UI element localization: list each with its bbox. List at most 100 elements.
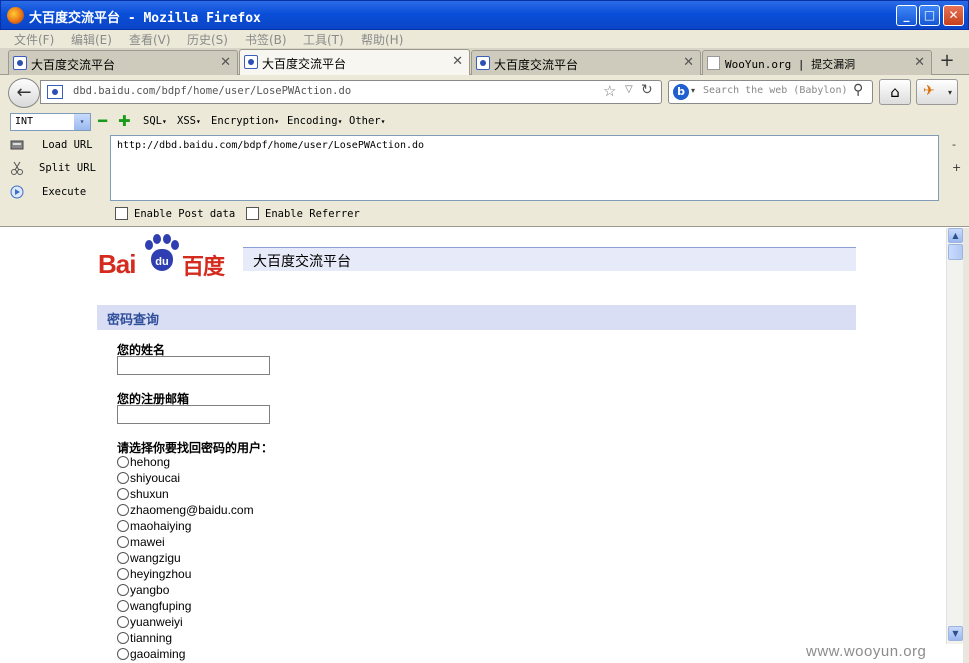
- menu-history[interactable]: 历史(S): [187, 31, 228, 48]
- scroll-thumb[interactable]: [948, 244, 963, 260]
- tab-strip: 大百度交流平台 ✕ 大百度交流平台 ✕ 大百度交流平台 ✕ WooYun.org…: [0, 48, 969, 76]
- paw-toe: [153, 234, 161, 244]
- radio-button[interactable]: [117, 584, 129, 596]
- radio-button[interactable]: [117, 456, 129, 468]
- radio-button[interactable]: [117, 632, 129, 644]
- tab-label: 大百度交流平台: [31, 58, 116, 72]
- checkbox-box[interactable]: [246, 207, 259, 220]
- radio-button[interactable]: [117, 648, 129, 660]
- execute-label: Execute: [42, 186, 87, 198]
- menu-xss[interactable]: XSS: [177, 115, 201, 127]
- email-input[interactable]: [117, 405, 270, 424]
- tab-close-icon[interactable]: ✕: [914, 55, 925, 70]
- split-url-label: Split URL: [39, 162, 96, 174]
- menu-sql[interactable]: SQL: [143, 115, 167, 127]
- url-bar[interactable]: dbd.baidu.com/bdpf/home/user/LosePWActio…: [40, 80, 662, 104]
- play-icon: [10, 185, 24, 199]
- extension-button[interactable]: ✈ ▾: [916, 79, 958, 105]
- checkbox-box[interactable]: [115, 207, 128, 220]
- baidu-paw-logo-icon: du: [142, 234, 180, 274]
- extension-icon: ✈: [923, 83, 935, 99]
- minimize-button[interactable]: _: [896, 5, 917, 26]
- baidu-logo[interactable]: Bai du 百度: [98, 232, 238, 280]
- home-button[interactable]: ⌂: [879, 79, 911, 105]
- bookmark-star-icon[interactable]: ☆: [603, 82, 616, 100]
- tab-close-icon[interactable]: ✕: [220, 55, 231, 70]
- tab-1[interactable]: 大百度交流平台 ✕: [8, 50, 238, 75]
- search-engine-icon[interactable]: b: [673, 84, 689, 100]
- enable-post-data-label: Enable Post data: [134, 208, 236, 220]
- expand-textarea-button[interactable]: +: [952, 161, 961, 174]
- maximize-button[interactable]: □: [919, 5, 940, 26]
- vertical-scrollbar[interactable]: ▲ ▼: [946, 228, 963, 644]
- tab-label: 大百度交流平台: [494, 58, 579, 72]
- reload-icon[interactable]: ↻: [641, 82, 653, 98]
- menu-tools[interactable]: 工具(T): [303, 31, 344, 48]
- decrease-icon[interactable]: ━: [98, 112, 107, 130]
- navigation-bar: ← dbd.baidu.com/bdpf/home/user/LosePWAct…: [0, 75, 969, 111]
- increase-icon[interactable]: ✚: [118, 112, 131, 130]
- radio-button[interactable]: [117, 520, 129, 532]
- menu-file[interactable]: 文件(F): [14, 31, 54, 48]
- user-name: zhaomeng@baidu.com: [130, 503, 254, 517]
- user-name: yangbo: [130, 583, 170, 597]
- tab-close-icon[interactable]: ✕: [452, 54, 463, 69]
- tab-3[interactable]: 大百度交流平台 ✕: [471, 50, 701, 75]
- search-bar[interactable]: b ▾ Search the web (Babylon) ⚲: [668, 80, 873, 104]
- radio-button[interactable]: [117, 472, 129, 484]
- back-button[interactable]: ←: [8, 78, 40, 108]
- menu-bookmarks[interactable]: 书签(B): [245, 31, 287, 48]
- radio-button[interactable]: [117, 552, 129, 564]
- radio-button[interactable]: [117, 504, 129, 516]
- menu-encryption[interactable]: Encryption: [211, 115, 279, 127]
- user-name: hehong: [130, 455, 171, 469]
- tab-close-icon[interactable]: ✕: [683, 55, 694, 70]
- close-window-button[interactable]: ✕: [943, 5, 964, 26]
- url-text[interactable]: dbd.baidu.com/bdpf/home/user/LosePWActio…: [73, 85, 351, 97]
- tab-2-active[interactable]: 大百度交流平台 ✕: [239, 49, 470, 76]
- hackbar-url-textarea[interactable]: http://dbd.baidu.com/bdpf/home/user/Lose…: [110, 135, 939, 201]
- logo-text-bai: Bai: [98, 249, 136, 279]
- radio-button[interactable]: [117, 616, 129, 628]
- shrink-textarea-button[interactable]: -: [952, 138, 956, 151]
- user-name: shuxun: [130, 487, 169, 501]
- url-history-dropdown-icon[interactable]: ▽: [625, 84, 633, 95]
- search-engine-caret-icon[interactable]: ▾: [691, 86, 695, 95]
- site-identity-icon[interactable]: [47, 85, 63, 99]
- site-title: 大百度交流平台: [243, 247, 856, 271]
- tab-label: WooYun.org | 提交漏洞: [725, 58, 856, 71]
- user-name: heyingzhou: [130, 567, 192, 581]
- menu-other[interactable]: Other: [349, 115, 385, 127]
- menu-help[interactable]: 帮助(H): [361, 31, 403, 48]
- scroll-up-icon[interactable]: ▲: [948, 228, 963, 243]
- hackbar-toolbar: INT ▾ ━ ✚ SQL XSS Encryption Encoding Ot…: [0, 111, 969, 227]
- radio-button[interactable]: [117, 568, 129, 580]
- window-right-edge: [963, 228, 969, 663]
- user-name: wangzigu: [130, 551, 181, 565]
- load-url-label: Load URL: [42, 139, 93, 151]
- chevron-down-icon[interactable]: ▾: [948, 88, 952, 97]
- user-name: gaoaiming: [130, 647, 186, 661]
- menu-edit[interactable]: 编辑(E): [71, 31, 112, 48]
- scroll-down-icon[interactable]: ▼: [948, 626, 963, 641]
- hackbar-type-select[interactable]: INT ▾: [10, 113, 91, 131]
- user-name: wangfuping: [130, 599, 192, 613]
- menu-bar: 文件(F) 编辑(E) 查看(V) 历史(S) 书签(B) 工具(T) 帮助(H…: [0, 30, 969, 48]
- page-content: Bai du 百度 大百度交流平台 密码查询 您的姓名 您的注册邮箱 请选择你要…: [0, 228, 946, 663]
- load-url-icon: [10, 140, 24, 150]
- new-tab-button[interactable]: +: [933, 50, 961, 74]
- user-name: yuanweiyi: [130, 615, 183, 629]
- radio-button[interactable]: [117, 600, 129, 612]
- menu-encoding[interactable]: Encoding: [287, 115, 342, 127]
- chevron-down-icon[interactable]: ▾: [74, 114, 90, 130]
- radio-button[interactable]: [117, 536, 129, 548]
- radio-button[interactable]: [117, 488, 129, 500]
- menu-view[interactable]: 查看(V): [129, 31, 171, 48]
- search-icon[interactable]: ⚲: [853, 82, 863, 98]
- tab-4[interactable]: WooYun.org | 提交漏洞 ✕: [702, 50, 932, 75]
- paw-toe: [171, 240, 179, 250]
- logo-text-cn: 百度: [182, 255, 225, 280]
- name-input[interactable]: [117, 356, 270, 375]
- baidu-paw-icon: [13, 56, 27, 70]
- search-input[interactable]: Search the web (Babylon): [703, 85, 848, 96]
